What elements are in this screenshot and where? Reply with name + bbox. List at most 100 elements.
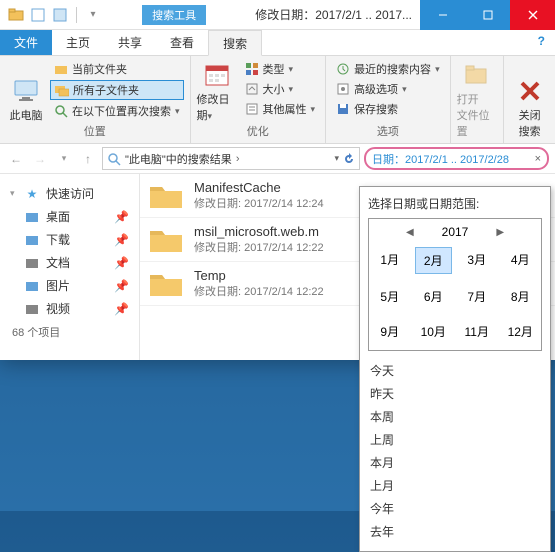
modify-date-button[interactable]: 修改日期▾	[197, 60, 237, 123]
all-subfolders-button[interactable]: 所有子文件夹	[50, 80, 184, 100]
sidebar-item-label: 视频	[46, 300, 70, 317]
tab-search[interactable]: 搜索	[208, 30, 262, 56]
date-quick-option[interactable]: 今年	[368, 497, 542, 520]
calendar-month[interactable]: 10月	[415, 319, 453, 344]
date-quick-option[interactable]: 去年	[368, 520, 542, 543]
clear-search-icon[interactable]: ×	[535, 153, 541, 165]
recent-searches-button[interactable]: 最近的搜索内容▾	[332, 60, 444, 78]
tab-home[interactable]: 主页	[52, 30, 104, 55]
address-dropdown-icon[interactable]: ▾	[334, 153, 339, 165]
current-folder-button[interactable]: 当前文件夹	[50, 60, 184, 78]
folder-small-icon	[24, 278, 40, 294]
computer-icon	[12, 77, 40, 105]
open-location-label: 打开文件位置	[457, 91, 497, 139]
up-button[interactable]: ↑	[78, 149, 98, 169]
date-quick-option[interactable]: 本月	[368, 451, 542, 474]
pin-icon: 📌	[114, 302, 129, 316]
pin-icon: 📌	[114, 233, 129, 247]
calendar-month[interactable]: 1月	[371, 247, 409, 274]
back-button[interactable]: ←	[6, 149, 26, 169]
calendar-month[interactable]: 7月	[458, 284, 496, 309]
search-results-icon	[107, 152, 121, 166]
search-again-icon	[54, 104, 68, 118]
chevron-right-icon[interactable]: ›	[236, 153, 240, 165]
qat-dropdown-icon[interactable]: ▾	[85, 7, 101, 23]
calendar-month[interactable]: 5月	[371, 284, 409, 309]
calendar-month[interactable]: 6月	[415, 284, 453, 309]
calendar-year[interactable]: 2017	[442, 225, 469, 239]
close-button[interactable]	[510, 0, 555, 30]
maximize-button[interactable]	[465, 0, 510, 30]
sidebar-item[interactable]: 文档 📌	[4, 251, 135, 274]
date-quick-option[interactable]: 今天	[368, 359, 542, 382]
calendar-month[interactable]: 3月	[458, 247, 496, 274]
sidebar-item[interactable]: 图片 📌	[4, 274, 135, 297]
sidebar-item[interactable]: 下载📌	[4, 228, 135, 251]
calendar-month[interactable]: 4月	[502, 247, 540, 274]
window-title: 修改日期：2017/2/1 .. 2017...	[247, 6, 420, 23]
calendar-month[interactable]: 2月	[415, 247, 453, 274]
search-input[interactable]: 日期：2017/2/1 .. 2017/2/28 ×	[364, 147, 549, 170]
sidebar-item-label: 文档	[46, 254, 70, 271]
minimize-button[interactable]	[420, 0, 465, 30]
recent-locations-button[interactable]: ▾	[54, 149, 74, 169]
refresh-icon[interactable]	[343, 153, 355, 165]
titlebar: ▾ 搜索工具 修改日期：2017/2/1 .. 2017...	[0, 0, 555, 30]
sidebar-item-label: 图片	[46, 277, 70, 294]
tab-share[interactable]: 共享	[104, 30, 156, 55]
date-quick-option[interactable]: 上月	[368, 474, 542, 497]
status-item-count: 68 个项目	[4, 320, 135, 344]
date-quick-option[interactable]: 昨天	[368, 382, 542, 405]
qat-icon-1[interactable]	[30, 7, 46, 23]
qat-icon-2[interactable]	[52, 7, 68, 23]
date-quick-option[interactable]: 本周	[368, 405, 542, 428]
save-search-button[interactable]: 保存搜索	[332, 100, 444, 118]
pin-icon: 📌	[114, 279, 129, 293]
calendar-month[interactable]: 8月	[502, 284, 540, 309]
calendar-icon	[203, 61, 231, 89]
help-button[interactable]: ?	[528, 30, 555, 55]
sidebar-item[interactable]: 视频 📌	[4, 297, 135, 320]
search-again-button[interactable]: 在以下位置再次搜索▾	[50, 102, 184, 120]
open-location-button[interactable]: 打开文件位置	[457, 60, 497, 139]
date-quick-option[interactable]: 上周	[368, 428, 542, 451]
advanced-options-button[interactable]: 高级选项▾	[332, 80, 444, 98]
calendar: ◀ 2017 ▶ 1月2月3月4月 5月6月7月8月 9月10月11月12月	[368, 218, 542, 351]
folder-icon	[148, 225, 184, 255]
calendar-month[interactable]: 12月	[502, 319, 540, 344]
address-box[interactable]: "此电脑"中的搜索结果 › ▾	[102, 147, 360, 170]
close-search-button[interactable]: 关闭搜索	[510, 60, 550, 139]
quick-access-header[interactable]: ▾ ★ 快速访问	[4, 182, 135, 205]
modify-date-label: 修改日期▾	[197, 91, 237, 123]
size-button[interactable]: 大小▾	[241, 80, 320, 98]
folder-icon	[148, 269, 184, 299]
calendar-month[interactable]: 9月	[371, 319, 409, 344]
advanced-icon	[336, 82, 350, 96]
calendar-prev-button[interactable]: ◀	[406, 227, 414, 238]
this-pc-button[interactable]: 此电脑	[6, 60, 46, 123]
folder-small-icon	[24, 301, 40, 317]
ribbon: 此电脑 当前文件夹 所有子文件夹 在以下位置再次搜索▾ 位置 修改日期▾ 类型▾…	[0, 56, 555, 144]
folder-open-icon	[463, 61, 491, 89]
search-text: 日期：2017/2/1 .. 2017/2/28	[372, 151, 509, 167]
folder-small-icon	[24, 232, 40, 248]
calendar-month[interactable]: 11月	[458, 319, 496, 344]
file-tab[interactable]: 文件	[0, 30, 52, 55]
breadcrumb[interactable]: "此电脑"中的搜索结果	[125, 151, 232, 167]
group-location-label: 位置	[6, 123, 184, 139]
chevron-down-icon[interactable]: ▾	[10, 188, 18, 199]
other-props-button[interactable]: 其他属性▾	[241, 100, 320, 118]
address-bar-row: ← → ▾ ↑ "此电脑"中的搜索结果 › ▾ 日期：2017/2/1 .. 2…	[0, 144, 555, 174]
close-search-label: 关闭搜索	[519, 107, 541, 139]
forward-button[interactable]: →	[30, 149, 50, 169]
group-options-label: 选项	[332, 123, 444, 139]
tab-view[interactable]: 查看	[156, 30, 208, 55]
pin-icon: 📌	[114, 256, 129, 270]
sidebar-item[interactable]: 桌面📌	[4, 205, 135, 228]
calendar-next-button[interactable]: ▶	[496, 227, 504, 238]
navigation-pane: ▾ ★ 快速访问 桌面📌下载📌 文档 📌 图片 📌 视频 📌 68 个项目	[0, 174, 140, 360]
type-icon	[245, 62, 259, 76]
type-button[interactable]: 类型▾	[241, 60, 320, 78]
folder-icon	[54, 62, 68, 76]
folder-small-icon	[24, 255, 40, 271]
